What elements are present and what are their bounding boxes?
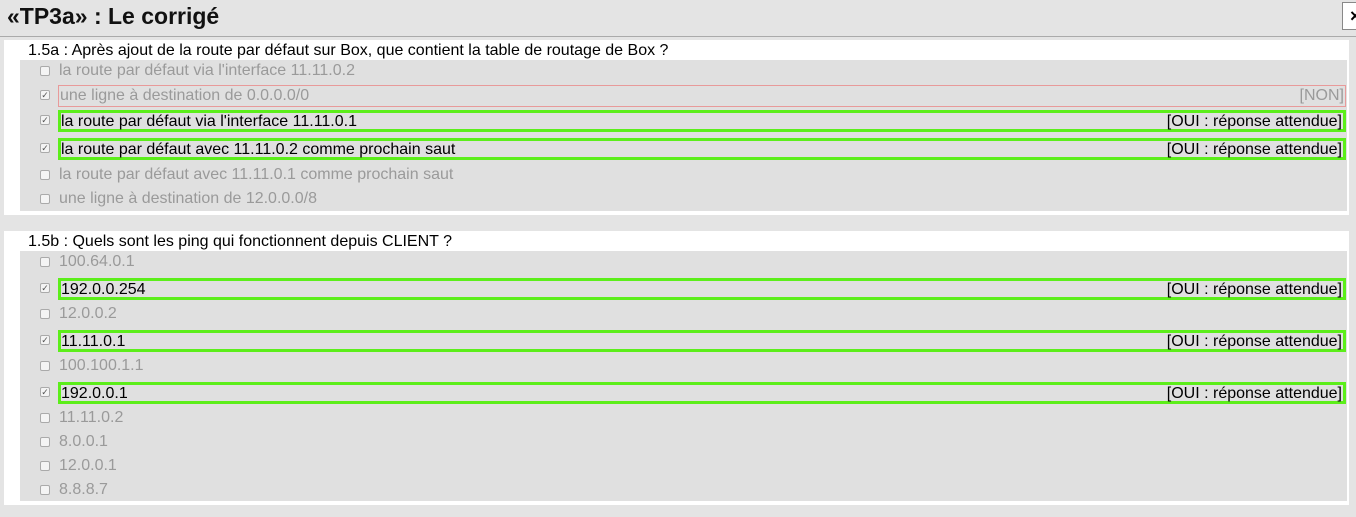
checkbox[interactable]	[40, 461, 50, 471]
choice-item: ✓ la route par défaut via l'interface 11…	[20, 109, 1347, 133]
checkbox[interactable]: ✓	[40, 115, 50, 125]
choice-text: 12.0.0.1	[59, 457, 117, 474]
verdict-badge: [OUI : réponse attendue]	[1166, 113, 1342, 130]
choice-label-correct: la route par défaut via l'interface 11.1…	[58, 110, 1346, 132]
choice-text: 11.11.0.2	[59, 409, 124, 426]
choice-item: ✓ la route par défaut avec 11.11.0.2 com…	[20, 137, 1347, 161]
verdict-badge: [OUI : réponse attendue]	[1166, 385, 1342, 402]
choice-text: la route par défaut via l'interface 11.1…	[59, 62, 355, 79]
choice-text: 8.8.8.7	[59, 481, 108, 498]
checkbox[interactable]: ✓	[40, 90, 50, 100]
choice-list: la route par défaut via l'interface 11.1…	[20, 60, 1347, 211]
choice-text: la route par défaut via l'interface 11.1…	[61, 113, 357, 130]
choice-item: 12.0.0.2	[20, 303, 1347, 327]
choice-item: 8.0.0.1	[20, 431, 1347, 455]
checkbox[interactable]	[40, 413, 50, 423]
choice-label: 11.11.0.2	[58, 408, 1346, 430]
choice-label-wrong: une ligne à destination de 0.0.0.0/0 [NO…	[58, 85, 1346, 107]
verdict-badge: [NON]	[1299, 87, 1344, 104]
choice-item: 11.11.0.2	[20, 407, 1347, 431]
choice-label-correct: 192.0.0.254 [OUI : réponse attendue]	[58, 278, 1346, 300]
verdict-badge: [OUI : réponse attendue]	[1166, 333, 1342, 350]
choice-text: 192.0.0.254	[61, 281, 146, 298]
choice-text: 192.0.0.1	[61, 385, 128, 402]
choice-text: une ligne à destination de 12.0.0.0/8	[59, 190, 317, 207]
verdict-badge: [OUI : réponse attendue]	[1166, 281, 1342, 298]
question-title: 1.5b : Quels sont les ping qui fonctionn…	[28, 233, 452, 250]
checkbox[interactable]	[40, 170, 50, 180]
choice-label-correct: la route par défaut avec 11.11.0.2 comme…	[58, 138, 1346, 160]
choice-text: la route par défaut avec 11.11.0.2 comme…	[61, 141, 456, 158]
close-button[interactable]: ×	[1342, 2, 1356, 30]
choice-label: 12.0.0.2	[58, 304, 1346, 326]
checkbox[interactable]: ✓	[40, 283, 50, 293]
choice-item: ✓ 11.11.0.1 [OUI : réponse attendue]	[20, 329, 1347, 353]
choice-label: la route par défaut via l'interface 11.1…	[58, 61, 1346, 83]
checkbox[interactable]	[40, 257, 50, 267]
choice-item: 100.64.0.1	[20, 251, 1347, 275]
choice-label: la route par défaut avec 11.11.0.1 comme…	[58, 165, 1346, 187]
choice-label: 8.8.8.7	[58, 480, 1346, 502]
choice-label: 100.100.1.1	[58, 356, 1346, 378]
choice-item: ✓ 192.0.0.254 [OUI : réponse attendue]	[20, 277, 1347, 301]
checkbox[interactable]	[40, 361, 50, 371]
choice-text: 8.0.0.1	[59, 433, 108, 450]
question-title: 1.5a : Après ajout de la route par défau…	[28, 42, 669, 59]
choice-text: une ligne à destination de 0.0.0.0/0	[60, 87, 310, 104]
question-1-5a: 1.5a : Après ajout de la route par défau…	[4, 40, 1349, 215]
checkbox[interactable]: ✓	[40, 143, 50, 153]
choice-label-correct: 11.11.0.1 [OUI : réponse attendue]	[58, 330, 1346, 352]
choice-label: une ligne à destination de 12.0.0.0/8	[58, 189, 1346, 211]
choice-label: 100.64.0.1	[58, 252, 1346, 274]
checkbox[interactable]	[40, 485, 50, 495]
choice-item: une ligne à destination de 12.0.0.0/8	[20, 188, 1347, 212]
choice-item: la route par défaut avec 11.11.0.1 comme…	[20, 164, 1347, 188]
checkbox[interactable]	[40, 309, 50, 319]
choice-label-correct: 192.0.0.1 [OUI : réponse attendue]	[58, 382, 1346, 404]
question-1-5b: 1.5b : Quels sont les ping qui fonctionn…	[4, 231, 1349, 505]
choice-text: 100.100.1.1	[59, 357, 144, 374]
choice-item: ✓ une ligne à destination de 0.0.0.0/0 […	[20, 84, 1347, 108]
choice-label: 8.0.0.1	[58, 432, 1346, 454]
choice-item: 8.8.8.7	[20, 479, 1347, 503]
choice-item: la route par défaut via l'interface 11.1…	[20, 60, 1347, 84]
choice-list: 100.64.0.1 ✓ 192.0.0.254 [OUI : réponse …	[20, 251, 1347, 501]
checkbox[interactable]	[40, 437, 50, 447]
window-title: «TP3a» : Le corrigé	[7, 3, 220, 29]
choice-text: 12.0.0.2	[59, 305, 117, 322]
choice-text: 100.64.0.1	[59, 253, 135, 270]
choice-label: 12.0.0.1	[58, 456, 1346, 478]
checkbox[interactable]	[40, 194, 50, 204]
checkbox[interactable]	[40, 66, 50, 76]
choice-text: 11.11.0.1	[61, 333, 126, 350]
choice-item: 12.0.0.1	[20, 455, 1347, 479]
checkbox[interactable]: ✓	[40, 387, 50, 397]
choice-text: la route par défaut avec 11.11.0.1 comme…	[59, 166, 454, 183]
title-bar: «TP3a» : Le corrigé ×	[0, 0, 1356, 37]
verdict-badge: [OUI : réponse attendue]	[1166, 141, 1342, 158]
choice-item: ✓ 192.0.0.1 [OUI : réponse attendue]	[20, 381, 1347, 405]
checkbox[interactable]: ✓	[40, 335, 50, 345]
choice-item: 100.100.1.1	[20, 355, 1347, 379]
